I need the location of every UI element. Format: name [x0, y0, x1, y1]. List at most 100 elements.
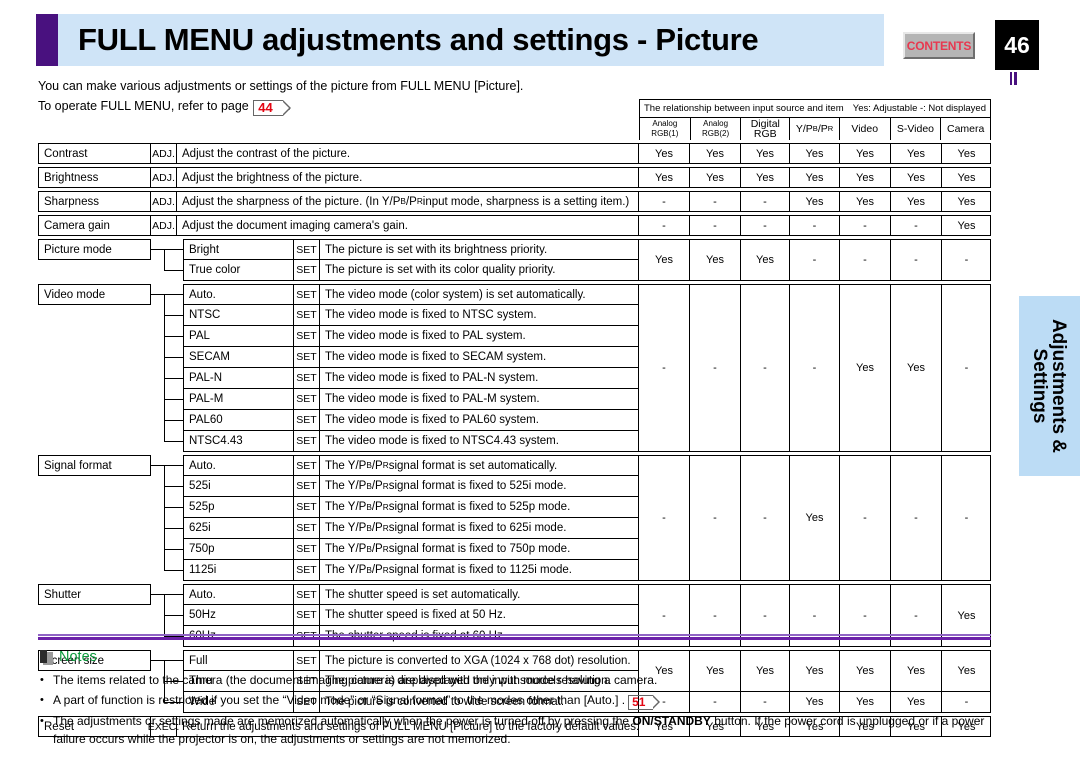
row-description: The Y/P B/P R signal format is fixed to 62…: [320, 518, 639, 539]
value-column-1: -: [639, 216, 690, 235]
matrix-column-headers: Analog RGB(1) Analog RGB(2) Digital RGB Y/P…: [640, 118, 990, 140]
row-description: Adjust the contrast of the picture.: [177, 143, 639, 164]
row-action-type: SET: [294, 389, 320, 410]
value-cell: -: [713, 512, 717, 524]
value-cell: -: [964, 254, 969, 266]
matrix-column-1: Analog RGB(1): [640, 118, 691, 140]
value-cell: Yes: [756, 171, 774, 184]
row-item-name: Brightness: [38, 167, 151, 188]
row-description: The shutter speed is set automatically.: [320, 584, 639, 605]
value-cell: -: [914, 219, 918, 232]
table-group-rows: Brightness ADJ. Adjust the brightness of t…: [38, 167, 639, 188]
value-cell: Yes: [957, 219, 976, 232]
value-cell: Yes: [907, 147, 925, 160]
value-cell: Yes: [706, 171, 724, 184]
title-accent-bar: [36, 14, 58, 66]
value-column-5: -: [840, 216, 891, 235]
settings-table: Contrast ADJ. Adjust the contrast of the p…: [38, 143, 991, 737]
value-column-5: Yes: [840, 168, 891, 187]
value-cell: -: [662, 219, 666, 232]
row-action-type: ADJ.: [151, 143, 177, 164]
row-item-name: Auto.: [183, 284, 294, 305]
group-label-column: Signal format: [38, 455, 151, 581]
table-group-rows: Contrast ADJ. Adjust the contrast of the p…: [38, 143, 639, 164]
note-book-icon: [40, 649, 53, 665]
table-row: Contrast ADJ. Adjust the contrast of the p…: [38, 143, 639, 164]
value-cell: -: [763, 195, 767, 208]
row-description: Adjust the brightness of the picture.: [177, 167, 639, 188]
value-matrix: - - - - Yes Yes -: [639, 284, 991, 452]
page-link-44[interactable]: 44: [253, 100, 292, 116]
value-cell: Yes: [655, 254, 673, 266]
table-row: PAL-M SET The video mode is fixed to PAL-M…: [183, 389, 639, 410]
group-item-name: Video mode: [38, 284, 151, 305]
value-cell: -: [812, 219, 817, 232]
row-description: The video mode is fixed to PAL system.: [320, 326, 639, 347]
matrix-column-2: Analog RGB(2): [691, 118, 742, 140]
page-number-badge: 46: [995, 20, 1039, 70]
value-column-7: Yes: [942, 168, 991, 187]
tree-connector: [151, 239, 183, 281]
value-matrix: - - - Yes - - -: [639, 455, 991, 581]
tree-connector: [151, 455, 183, 581]
table-group: Contrast ADJ. Adjust the contrast of the p…: [38, 143, 991, 164]
value-cell: Yes: [805, 171, 824, 184]
note-item: • The items related to the camera (the do…: [40, 671, 1010, 689]
row-item-name: PAL: [183, 326, 294, 347]
value-cell: Yes: [706, 147, 724, 160]
group-item-name: Signal format: [38, 455, 151, 476]
value-column-5: Yes: [840, 285, 891, 451]
intro-line-1: You can make various adjustments or sett…: [38, 79, 524, 93]
value-column-4: Yes: [790, 168, 840, 187]
value-cell: Yes: [907, 195, 925, 208]
note-item: • The adjustments or settings made are me…: [40, 712, 1010, 748]
table-row: SECAM SET The video mode is fixed to SECAM…: [183, 347, 639, 368]
value-column-4: Yes: [790, 456, 840, 580]
side-tab-adjustments-settings[interactable]: Adjustments & Settings: [1019, 296, 1080, 476]
table-row: Camera gain ADJ. Adjust the document imagi…: [38, 215, 639, 236]
value-cell: Yes: [957, 147, 976, 160]
value-cell: Yes: [805, 512, 824, 524]
row-action-type: SET: [294, 368, 320, 389]
row-description: The Y/P B/P R signal format is fixed to 75…: [320, 539, 639, 560]
row-action-type: SET: [294, 431, 320, 452]
group-label-column: Picture mode: [38, 239, 151, 281]
value-cell: -: [662, 512, 666, 524]
row-description: The video mode is fixed to PAL60 system.: [320, 410, 639, 431]
table-row: Sharpness ADJ. Adjust the sharpness of the…: [38, 191, 639, 212]
table-row: 525p SET The Y/P B/P R signal format is fixe…: [183, 497, 639, 518]
value-cell: Yes: [856, 362, 874, 374]
value-cell: Yes: [957, 171, 976, 184]
value-column-4: Yes: [790, 192, 840, 211]
grouped-rows: Signal format Auto. SET The Y/P B/P R signal …: [38, 455, 639, 581]
page-link-51[interactable]: 51: [628, 695, 661, 710]
row-action-type: SET: [294, 539, 320, 560]
value-cell: Yes: [957, 195, 976, 208]
value-cell: -: [713, 195, 717, 208]
row-action-type: SET: [294, 347, 320, 368]
row-item-name: Contrast: [38, 143, 151, 164]
value-cell: -: [863, 254, 867, 266]
value-column-2: -: [690, 456, 741, 580]
value-column-2: -: [690, 192, 741, 211]
row-description: The picture is set with its color qualit…: [320, 260, 639, 281]
group-item-name: Picture mode: [38, 239, 151, 260]
row-action-type: SET: [294, 326, 320, 347]
value-cell: Yes: [805, 195, 824, 208]
row-action-type: SET: [294, 260, 320, 281]
sub-rows: Bright SET The picture is set with its bri…: [183, 239, 639, 281]
value-cell: -: [812, 362, 817, 374]
value-column-6: -: [891, 216, 942, 235]
row-item-name: 525i: [183, 476, 294, 497]
row-item-name: Sharpness: [38, 191, 151, 212]
value-cell: Yes: [907, 171, 925, 184]
table-group-rows: Signal format Auto. SET The Y/P B/P R signal …: [38, 455, 639, 581]
value-cell: -: [713, 219, 717, 232]
row-description: The video mode is fixed to PAL-N system.: [320, 368, 639, 389]
note-item: • A part of function is restricted if you…: [40, 691, 1010, 710]
contents-button[interactable]: CONTENTS: [903, 32, 975, 59]
value-column-4: -: [790, 216, 840, 235]
value-column-1: -: [639, 192, 690, 211]
value-column-2: Yes: [690, 168, 741, 187]
value-cell: -: [914, 254, 918, 266]
